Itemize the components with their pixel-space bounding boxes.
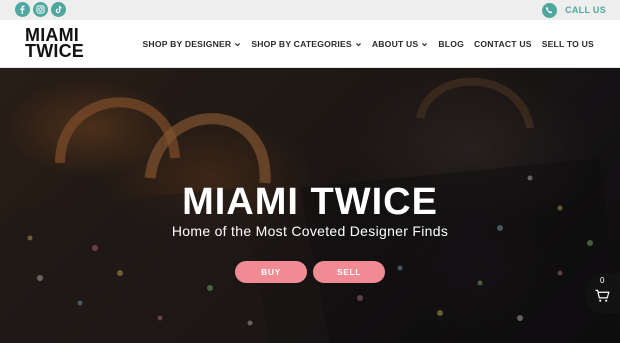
nav-sell-to-us[interactable]: SELL TO US [542,39,594,49]
site-logo[interactable]: MIAMI TWICE [25,26,103,61]
logo-line-2: TWICE [25,41,84,61]
hero-title: MIAMI TWICE [182,181,438,223]
site-header: MIAMI TWICE SHOP BY DESIGNER SHOP BY CAT… [0,20,620,68]
nav-shop-by-designer[interactable]: SHOP BY DESIGNER [142,39,241,49]
cart-button[interactable]: 0 [586,273,620,313]
facebook-icon[interactable] [15,2,30,17]
phone-icon [542,2,558,18]
chevron-down-icon [235,42,241,46]
instagram-icon[interactable] [33,2,48,17]
chevron-down-icon [355,42,361,46]
nav-label: BLOG [438,39,464,49]
nav-label: SELL TO US [541,39,594,49]
buy-button[interactable]: BUY [235,261,307,283]
nav-label: ABOUT US [371,39,419,49]
hero-subtitle: Home of the Most Coveted Designer Finds [171,223,449,239]
nav-label: SHOP BY CATEGORIES [251,39,352,49]
main-nav: SHOP BY DESIGNER SHOP BY CATEGORIES ABOU… [142,20,594,68]
call-us-label: CALL US [565,5,606,15]
nav-label: SHOP BY DESIGNER [142,39,232,49]
cart-icon [595,289,610,302]
chevron-down-icon [422,42,428,46]
top-bar: CALL US [0,0,620,20]
tiktok-icon[interactable] [51,2,66,17]
nav-about-us[interactable]: ABOUT US [372,39,428,49]
nav-contact-us[interactable]: CONTACT US [474,39,532,49]
hero-banner: MIAMI TWICE Home of the Most Coveted Des… [0,68,620,343]
nav-blog[interactable]: BLOG [438,39,464,49]
cart-count: 0 [600,276,605,285]
nav-shop-by-categories[interactable]: SHOP BY CATEGORIES [251,39,362,49]
call-us-link[interactable]: CALL US [542,2,606,18]
nav-label: CONTACT US [473,39,532,49]
sell-button[interactable]: SELL [313,261,385,283]
